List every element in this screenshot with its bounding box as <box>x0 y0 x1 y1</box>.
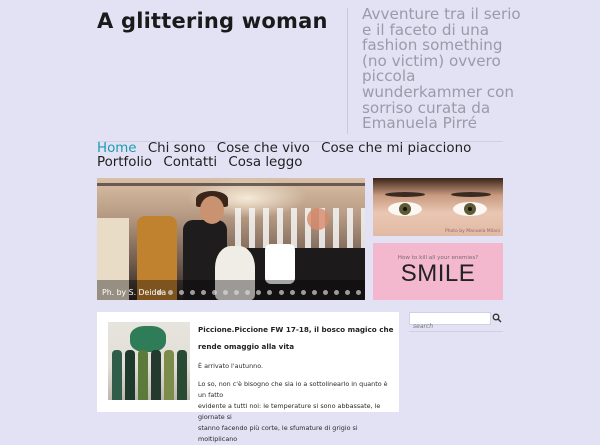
slider-dot[interactable] <box>179 290 185 295</box>
slider-dot[interactable] <box>289 290 295 295</box>
site-tagline: Avventure tra il serio e il faceto di un… <box>362 5 521 133</box>
slider-dot[interactable] <box>344 290 350 295</box>
slider-dot[interactable] <box>267 290 273 295</box>
site-title[interactable]: A glittering woman <box>97 9 328 33</box>
slider-dot[interactable] <box>245 290 251 295</box>
slider-dot[interactable] <box>333 290 339 295</box>
slide-figure-face <box>307 208 329 230</box>
slide-garment <box>265 244 295 284</box>
thumb-figure <box>164 350 174 400</box>
post-intro: È arrivato l'autunno. <box>198 362 264 370</box>
thumb-figure <box>138 350 148 400</box>
post-body-line: Lo so, non c'è bisogno che sia io a sott… <box>198 380 388 399</box>
eyes-photo-credit: Photo by Manuela Milani <box>444 229 500 234</box>
post-body-line: evidente a tutti noi: le temperature si … <box>198 402 381 421</box>
slider-dot[interactable] <box>157 290 162 295</box>
slider-dot[interactable] <box>355 290 361 295</box>
featured-slider[interactable]: Ph. by S. Deidda <box>97 178 365 300</box>
slider-dot[interactable] <box>223 290 229 295</box>
clothes-rail <box>97 183 365 186</box>
eye-right <box>453 202 487 216</box>
slider-dot[interactable] <box>168 290 174 295</box>
slider-dot[interactable] <box>234 290 240 295</box>
post-excerpt: Piccione.Piccione FW 17-18, il bosco mag… <box>198 321 394 445</box>
nav-item-home[interactable]: Home <box>97 142 137 156</box>
search-input[interactable] <box>410 322 490 331</box>
smile-banner[interactable]: How to kill all your enemies? SMILE <box>373 243 503 300</box>
thumb-tree <box>130 326 166 352</box>
slider-dot[interactable] <box>201 290 207 295</box>
slider-dot[interactable] <box>190 290 196 295</box>
nav-item-chi-sono[interactable]: Chi sono <box>148 142 206 156</box>
search-divider <box>409 331 503 332</box>
search-box <box>409 312 491 331</box>
slider-pagination <box>157 290 361 295</box>
slide-figure-face <box>200 196 224 224</box>
search-icon[interactable] <box>492 313 502 323</box>
eyebrow-right <box>451 192 491 197</box>
slider-dot[interactable] <box>278 290 284 295</box>
thumb-figure <box>125 350 135 400</box>
nav-item-portfolio[interactable]: Portfolio <box>97 155 152 170</box>
slider-dot[interactable] <box>256 290 262 295</box>
nav-item-cose-che-vivo[interactable]: Cose che vivo <box>217 142 310 156</box>
slider-dot[interactable] <box>300 290 306 295</box>
slider-dot[interactable] <box>311 290 317 295</box>
main-nav: Home Chi sono Cose che vivo Cose che mi … <box>97 142 517 170</box>
thumb-figure <box>177 350 187 400</box>
nav-item-cosa-leggo[interactable]: Cosa leggo <box>228 155 302 170</box>
eyebrow-left <box>385 192 425 197</box>
eyes-banner[interactable]: Photo by Manuela Milani <box>373 178 503 236</box>
nav-item-contatti[interactable]: Contatti <box>163 155 217 170</box>
eye-left <box>388 202 422 216</box>
thumb-figure <box>112 350 122 400</box>
nav-item-cose-che-mi-piacciono[interactable]: Cose che mi piacciono <box>321 142 471 156</box>
post-body-line: stanno facendo più corte, le sfumature d… <box>198 424 358 443</box>
slider-dot[interactable] <box>212 290 218 295</box>
header-divider <box>347 8 348 134</box>
post-thumbnail[interactable] <box>108 322 190 400</box>
thumb-figure <box>151 350 161 400</box>
post-title[interactable]: Piccione.Piccione FW 17-18, il bosco mag… <box>198 321 394 355</box>
post-card: Piccione.Piccione FW 17-18, il bosco mag… <box>97 312 399 443</box>
smile-banner-word: SMILE <box>400 260 476 287</box>
slider-dot[interactable] <box>322 290 328 295</box>
